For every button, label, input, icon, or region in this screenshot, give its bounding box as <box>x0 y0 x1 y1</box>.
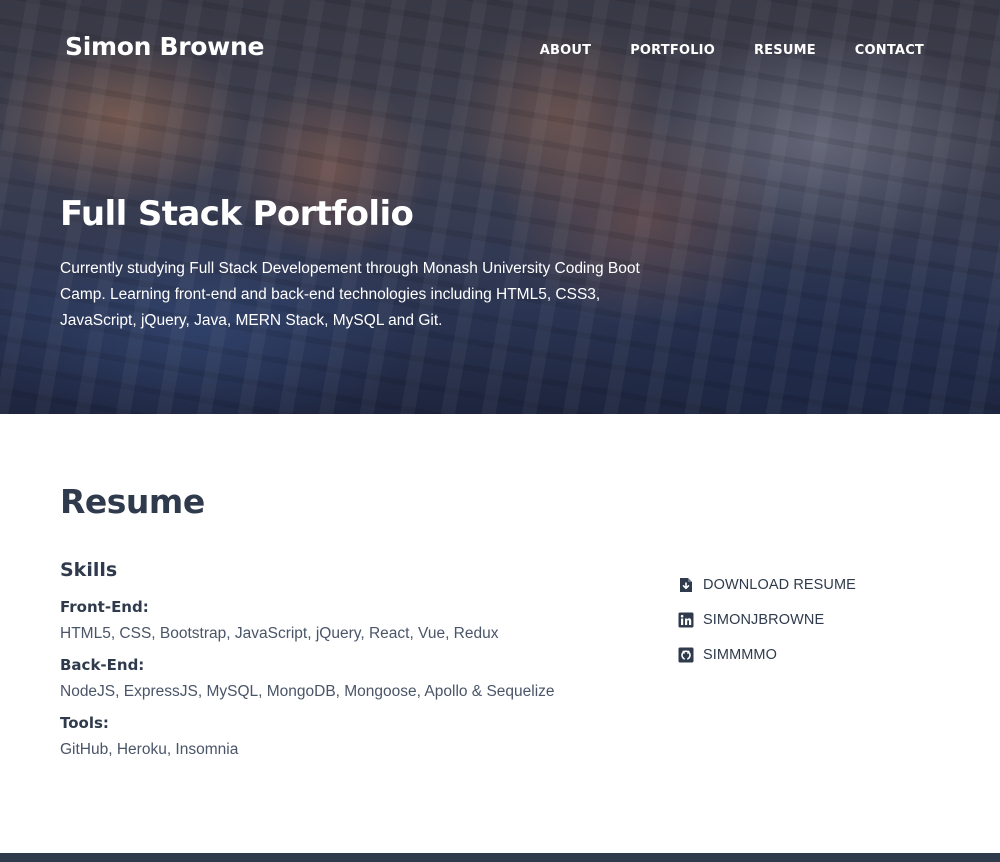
hero-description: Currently studying Full Stack Developeme… <box>60 260 640 329</box>
resume-links: DOWNLOAD RESUME SIMONJBROWNE SIMMMMO <box>678 567 856 672</box>
site-brand[interactable]: Simon Browne <box>65 32 264 61</box>
skill-list-back-end: NodeJS, ExpressJS, MySQL, MongoDB, Mongo… <box>60 683 555 700</box>
skill-list-front-end: HTML5, CSS, Bootstrap, JavaScript, jQuer… <box>60 625 499 642</box>
skills-heading: Skills <box>60 559 118 581</box>
linkedin-link[interactable]: SIMONJBROWNE <box>678 602 856 637</box>
skill-category-front-end: Front-End: <box>60 598 149 616</box>
github-icon <box>678 647 694 663</box>
download-resume-link[interactable]: DOWNLOAD RESUME <box>678 567 856 602</box>
nav-portfolio[interactable]: PORTFOLIO <box>630 43 715 58</box>
skill-category-back-end: Back-End: <box>60 656 145 674</box>
file-download-icon <box>678 577 694 593</box>
footer-bar <box>0 853 1000 862</box>
github-link[interactable]: SIMMMMO <box>678 637 856 672</box>
linkedin-icon <box>678 612 694 628</box>
skill-list-tools: GitHub, Heroku, Insomnia <box>60 741 239 758</box>
github-label: SIMMMMO <box>703 646 777 663</box>
nav-resume[interactable]: RESUME <box>754 43 816 58</box>
linkedin-label: SIMONJBROWNE <box>703 611 825 628</box>
resume-heading: Resume <box>60 482 205 521</box>
hero-title: Full Stack Portfolio <box>60 194 414 234</box>
hero-banner: Simon Browne ABOUT PORTFOLIO RESUME CONT… <box>0 0 1000 414</box>
download-resume-label: DOWNLOAD RESUME <box>703 576 856 593</box>
main-nav: ABOUT PORTFOLIO RESUME CONTACT <box>540 43 924 58</box>
nav-about[interactable]: ABOUT <box>540 43 591 58</box>
nav-contact[interactable]: CONTACT <box>855 43 924 58</box>
skill-category-tools: Tools: <box>60 714 109 732</box>
